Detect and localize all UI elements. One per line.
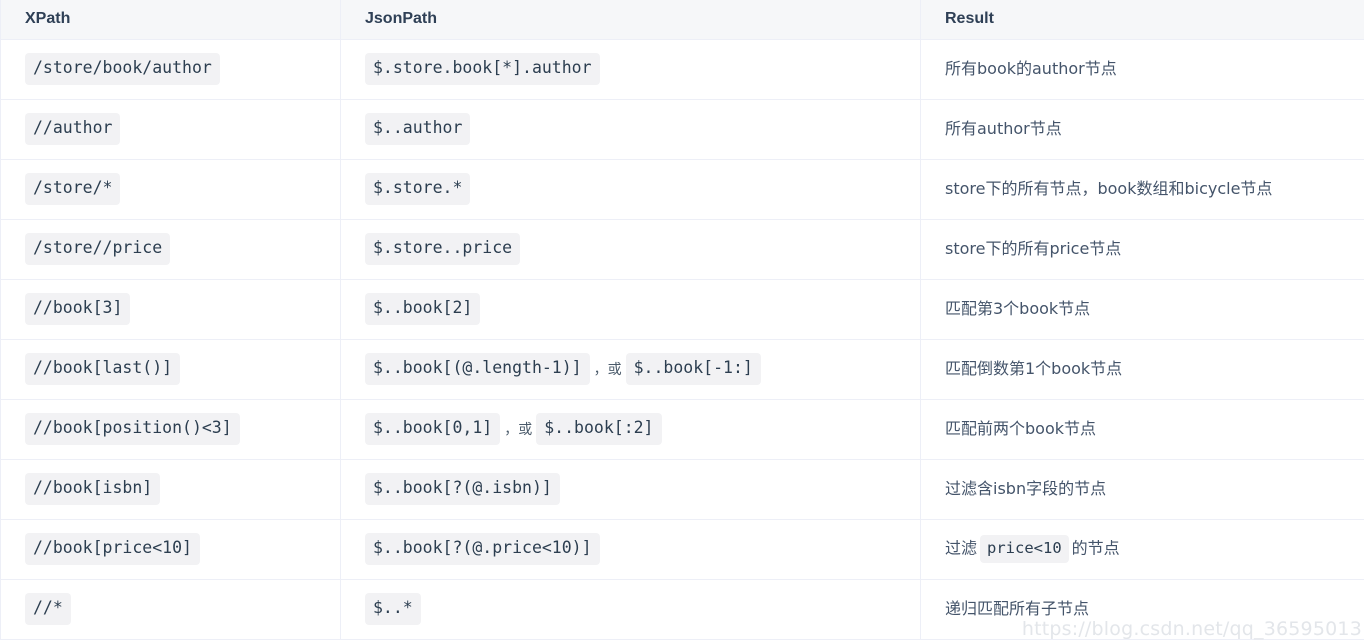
result-text: 过滤含isbn字段的节点 — [945, 478, 1107, 498]
table-row: //book[isbn] $..book[?(@.isbn)] 过滤含isbn字段的… — [0, 459, 1364, 520]
jsonpath-or-separator: ，或 — [504, 422, 533, 438]
column-header-jsonpath: JsonPath — [340, 0, 921, 40]
jsonpath-alt-code-chip: $..book[-1:] — [625, 353, 761, 385]
xpath-code-chip: /store/book/author — [25, 53, 220, 85]
jsonpath-or-separator: ，或 — [593, 362, 622, 378]
table-header-row: XPath JsonPath Result — [0, 0, 1364, 40]
result-text-suffix: 的节点 — [1071, 538, 1120, 558]
cell-jsonpath: $..* — [340, 579, 921, 640]
table-row: //* $..* 递归匹配所有子节点 — [0, 579, 1364, 640]
cell-jsonpath: $..book[0,1] ，或 $..book[:2] — [340, 399, 921, 460]
table-body: /store/book/author $.store.book[*].author… — [0, 39, 1364, 640]
xpath-code-chip: //author — [25, 113, 121, 145]
cell-result: store下的所有price节点 — [920, 219, 1364, 280]
table-row: //author $..author 所有author节点 — [0, 99, 1364, 160]
table-header: XPath JsonPath Result — [0, 0, 1364, 40]
table-row: /store/book/author $.store.book[*].author… — [0, 39, 1364, 100]
cell-result: 所有author节点 — [920, 99, 1364, 160]
cell-result: 递归匹配所有子节点 — [920, 579, 1364, 640]
jsonpath-code-chip: $.store..price — [365, 233, 521, 265]
jsonpath-alt-code-chip: $..book[:2] — [536, 413, 662, 445]
jsonpath-code-chip: $..author — [365, 113, 471, 145]
xpath-code-chip: /store//price — [25, 233, 171, 265]
cell-jsonpath: $..author — [340, 99, 921, 160]
table-row: //book[last()] $..book[(@.length-1)] ，或 $..… — [0, 339, 1364, 400]
table-row: //book[price<10] $..book[?(@.price<10)] 过滤… — [0, 519, 1364, 580]
cell-jsonpath: $..book[(@.length-1)] ，或 $..book[-1:] — [340, 339, 921, 400]
cell-xpath: /store/book/author — [0, 39, 341, 100]
cell-result: 匹配前两个book节点 — [920, 399, 1364, 460]
jsonpath-code-chip: $..book[(@.length-1)] — [365, 353, 590, 385]
cell-jsonpath: $..book[?(@.price<10)] — [340, 519, 921, 580]
cell-xpath: //book[isbn] — [0, 459, 341, 520]
xpath-code-chip: //* — [25, 593, 71, 625]
cell-jsonpath: $.store.book[*].author — [340, 39, 921, 100]
result-text: 匹配倒数第1个book节点 — [945, 358, 1123, 378]
column-header-result: Result — [920, 0, 1364, 40]
cell-xpath: /store//price — [0, 219, 341, 280]
result-text: store下的所有price节点 — [945, 238, 1122, 258]
result-text: 所有book的author节点 — [945, 58, 1117, 78]
cell-jsonpath: $.store..price — [340, 219, 921, 280]
jsonpath-code-chip: $.store.* — [365, 173, 471, 205]
cell-result: 过滤含isbn字段的节点 — [920, 459, 1364, 520]
xpath-code-chip: //book[isbn] — [25, 473, 161, 505]
result-inline-code-chip: price<10 — [980, 534, 1069, 564]
jsonpath-code-chip: $..book[0,1] — [365, 413, 501, 445]
jsonpath-code-chip: $..book[?(@.isbn)] — [365, 473, 560, 505]
column-header-xpath: XPath — [0, 0, 341, 40]
cell-result: store下的所有节点，book数组和bicycle节点 — [920, 159, 1364, 220]
table-row: //book[position()<3] $..book[0,1] ，或 $..boo… — [0, 399, 1364, 460]
cell-jsonpath: $..book[?(@.isbn)] — [340, 459, 921, 520]
cell-xpath: //book[price<10] — [0, 519, 341, 580]
table-row: //book[3] $..book[2] 匹配第3个book节点 — [0, 279, 1364, 340]
result-text: 匹配第3个book节点 — [945, 298, 1091, 318]
xpath-code-chip: //book[3] — [25, 293, 131, 325]
result-text: store下的所有节点，book数组和bicycle节点 — [945, 178, 1273, 198]
cell-jsonpath: $.store.* — [340, 159, 921, 220]
xpath-code-chip: //book[price<10] — [25, 533, 200, 565]
table-row: /store//price $.store..price store下的所有pric… — [0, 219, 1364, 280]
cell-xpath: //book[position()<3] — [0, 399, 341, 460]
xpath-jsonpath-comparison-table-container: XPath JsonPath Result /store/book/author… — [0, 0, 1364, 644]
result-text: 所有author节点 — [945, 118, 1062, 138]
jsonpath-code-chip: $..* — [365, 593, 421, 625]
cell-xpath: //* — [0, 579, 341, 640]
cell-xpath: /store/* — [0, 159, 341, 220]
cell-jsonpath: $..book[2] — [340, 279, 921, 340]
cell-xpath: //book[3] — [0, 279, 341, 340]
cell-result: 所有book的author节点 — [920, 39, 1364, 100]
jsonpath-code-chip: $..book[2] — [365, 293, 481, 325]
result-text: 递归匹配所有子节点 — [945, 598, 1090, 618]
xpath-code-chip: //book[last()] — [25, 353, 181, 385]
xpath-code-chip: //book[position()<3] — [25, 413, 240, 445]
xpath-jsonpath-comparison-table: XPath JsonPath Result /store/book/author… — [0, 0, 1364, 640]
result-text: 匹配前两个book节点 — [945, 418, 1097, 438]
cell-result: 过滤 price<10 的节点 — [920, 519, 1364, 580]
table-row: /store/* $.store.* store下的所有节点，book数组和bicy… — [0, 159, 1364, 220]
cell-xpath: //author — [0, 99, 341, 160]
cell-result: 匹配倒数第1个book节点 — [920, 339, 1364, 400]
result-text: 过滤 — [945, 538, 978, 558]
cell-xpath: //book[last()] — [0, 339, 341, 400]
jsonpath-code-chip: $.store.book[*].author — [365, 53, 600, 85]
xpath-code-chip: /store/* — [25, 173, 121, 205]
jsonpath-code-chip: $..book[?(@.price<10)] — [365, 533, 600, 565]
cell-result: 匹配第3个book节点 — [920, 279, 1364, 340]
